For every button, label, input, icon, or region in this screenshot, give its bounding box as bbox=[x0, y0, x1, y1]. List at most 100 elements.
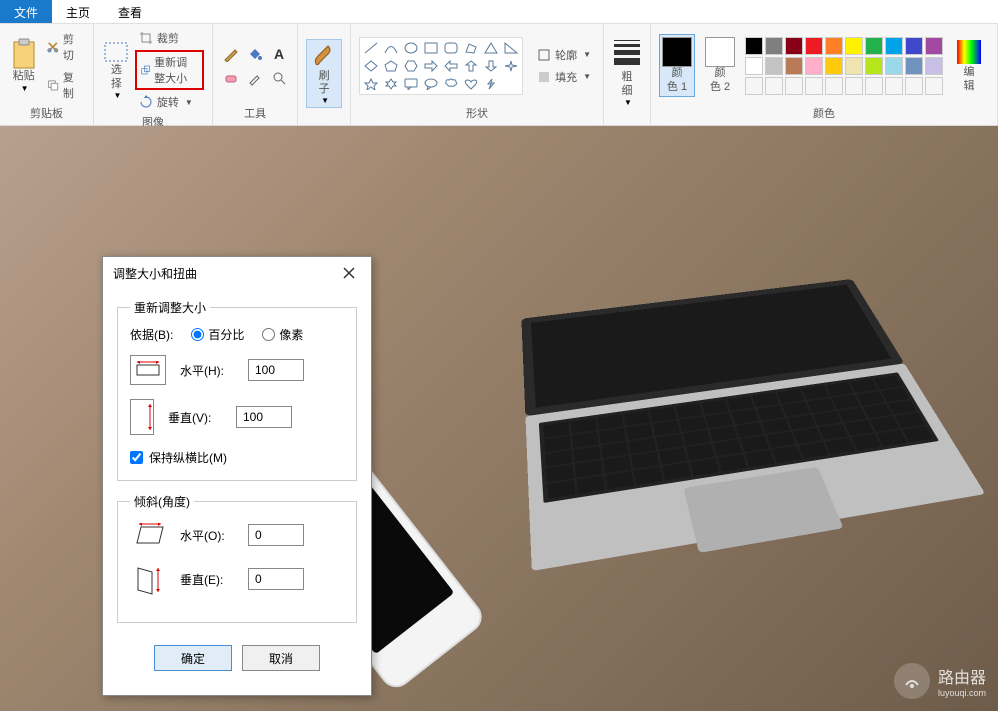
fill-button[interactable]: 填充 ▼ bbox=[533, 67, 595, 87]
percent-radio-label[interactable]: 百分比 bbox=[191, 326, 244, 343]
callout-cloud-shape-icon[interactable] bbox=[442, 76, 460, 92]
canvas[interactable]: 路由器 luyouqi.com 调整大小和扭曲 重新调整大小 依据(B): 百分… bbox=[0, 126, 998, 711]
percent-radio[interactable] bbox=[191, 328, 204, 341]
color-swatch[interactable] bbox=[865, 37, 883, 55]
color1-label: 颜 色 1 bbox=[667, 67, 687, 93]
color-swatch[interactable] bbox=[905, 37, 923, 55]
chevron-down-icon: ▼ bbox=[583, 72, 591, 81]
horizontal-label: 水平(H): bbox=[180, 362, 234, 379]
text-tool-icon[interactable]: A bbox=[269, 44, 289, 64]
shapes-gallery[interactable] bbox=[359, 37, 523, 95]
color-swatch[interactable] bbox=[785, 37, 803, 55]
color-swatch[interactable] bbox=[905, 57, 923, 75]
skew-h-input[interactable] bbox=[248, 524, 304, 546]
shapes-group-label: 形状 bbox=[466, 105, 488, 121]
ok-button[interactable]: 确定 bbox=[154, 645, 232, 671]
pixels-radio[interactable] bbox=[262, 328, 275, 341]
color-swatch[interactable] bbox=[885, 57, 903, 75]
aspect-checkbox[interactable] bbox=[130, 451, 143, 464]
color1-button[interactable]: 颜 色 1 bbox=[659, 34, 695, 96]
color-swatch[interactable] bbox=[805, 77, 823, 95]
curve-shape-icon[interactable] bbox=[382, 40, 400, 56]
color-swatch[interactable] bbox=[765, 37, 783, 55]
color-swatch[interactable] bbox=[745, 37, 763, 55]
diamond-shape-icon[interactable] bbox=[362, 58, 380, 74]
polygon-shape-icon[interactable] bbox=[462, 40, 480, 56]
star6-shape-icon[interactable] bbox=[382, 76, 400, 92]
crop-button[interactable]: 裁剪 bbox=[135, 28, 204, 48]
color-swatch[interactable] bbox=[865, 77, 883, 95]
group-shapes: 轮廓 ▼ 填充 ▼ 形状 bbox=[351, 24, 604, 125]
lightning-shape-icon[interactable] bbox=[482, 76, 500, 92]
color-swatch[interactable] bbox=[745, 77, 763, 95]
pixels-radio-label[interactable]: 像素 bbox=[262, 326, 303, 343]
triangle-shape-icon[interactable] bbox=[482, 40, 500, 56]
cut-button[interactable]: 剪切 bbox=[43, 29, 85, 65]
zoom-tool-icon[interactable] bbox=[269, 68, 289, 88]
cancel-button[interactable]: 取消 bbox=[242, 645, 320, 671]
rtriangle-shape-icon[interactable] bbox=[502, 40, 520, 56]
rotate-button[interactable]: 旋转 ▼ bbox=[135, 92, 204, 112]
color2-swatch bbox=[705, 37, 735, 67]
brush-button[interactable]: 刷 子 ▼ bbox=[306, 39, 342, 108]
copy-button[interactable]: 复制 bbox=[43, 67, 85, 103]
color-swatch[interactable] bbox=[845, 37, 863, 55]
chevron-down-icon: ▼ bbox=[21, 84, 29, 93]
size-button[interactable]: 粗 细 ▼ bbox=[612, 40, 642, 106]
callout-round-shape-icon[interactable] bbox=[422, 76, 440, 92]
arrow-down-shape-icon[interactable] bbox=[482, 58, 500, 74]
tab-view[interactable]: 查看 bbox=[104, 0, 156, 23]
roundrect-shape-icon[interactable] bbox=[442, 40, 460, 56]
color-swatch[interactable] bbox=[885, 37, 903, 55]
pencil-tool-icon[interactable] bbox=[221, 44, 241, 64]
paste-button[interactable]: 粘贴 ▼ bbox=[8, 38, 39, 92]
color-swatch[interactable] bbox=[845, 77, 863, 95]
tab-file[interactable]: 文件 bbox=[0, 0, 52, 23]
arrow-right-shape-icon[interactable] bbox=[422, 58, 440, 74]
tab-home[interactable]: 主页 bbox=[52, 0, 104, 23]
color-swatch[interactable] bbox=[785, 77, 803, 95]
close-button[interactable] bbox=[337, 263, 361, 283]
color-swatch[interactable] bbox=[765, 77, 783, 95]
color-swatch[interactable] bbox=[785, 57, 803, 75]
heart-shape-icon[interactable] bbox=[462, 76, 480, 92]
outline-button[interactable]: 轮廓 ▼ bbox=[533, 45, 595, 65]
color-swatch[interactable] bbox=[765, 57, 783, 75]
star4-shape-icon[interactable] bbox=[502, 58, 520, 74]
vertical-input[interactable] bbox=[236, 406, 292, 428]
color-swatch[interactable] bbox=[825, 57, 843, 75]
color-swatch[interactable] bbox=[885, 77, 903, 95]
pentagon-shape-icon[interactable] bbox=[382, 58, 400, 74]
fill-tool-icon[interactable] bbox=[245, 44, 265, 64]
edit-colors-button[interactable]: 编 辑 bbox=[955, 38, 983, 92]
eraser-tool-icon[interactable] bbox=[221, 68, 241, 88]
line-shape-icon[interactable] bbox=[362, 40, 380, 56]
star5-shape-icon[interactable] bbox=[362, 76, 380, 92]
skew-v-input[interactable] bbox=[248, 568, 304, 590]
color-swatch[interactable] bbox=[905, 77, 923, 95]
callout-rect-shape-icon[interactable] bbox=[402, 76, 420, 92]
arrow-up-shape-icon[interactable] bbox=[462, 58, 480, 74]
horizontal-input[interactable] bbox=[248, 359, 304, 381]
hexagon-shape-icon[interactable] bbox=[402, 58, 420, 74]
oval-shape-icon[interactable] bbox=[402, 40, 420, 56]
color-swatch[interactable] bbox=[925, 37, 943, 55]
color-swatch[interactable] bbox=[825, 77, 843, 95]
color-palette[interactable] bbox=[745, 37, 943, 95]
color-swatch[interactable] bbox=[805, 57, 823, 75]
color2-button[interactable]: 颜 色 2 bbox=[705, 37, 735, 93]
dialog-titlebar[interactable]: 调整大小和扭曲 bbox=[103, 257, 371, 289]
color-swatch[interactable] bbox=[925, 77, 943, 95]
brush-label: 刷 子 bbox=[319, 70, 330, 96]
color-swatch[interactable] bbox=[925, 57, 943, 75]
color-swatch[interactable] bbox=[745, 57, 763, 75]
arrow-left-shape-icon[interactable] bbox=[442, 58, 460, 74]
color-swatch[interactable] bbox=[805, 37, 823, 55]
select-button[interactable]: 选 择 ▼ bbox=[102, 40, 131, 99]
color-swatch[interactable] bbox=[865, 57, 883, 75]
rect-shape-icon[interactable] bbox=[422, 40, 440, 56]
picker-tool-icon[interactable] bbox=[245, 68, 265, 88]
color-swatch[interactable] bbox=[845, 57, 863, 75]
resize-button[interactable]: 重新调整大小 bbox=[135, 50, 204, 90]
color-swatch[interactable] bbox=[825, 37, 843, 55]
